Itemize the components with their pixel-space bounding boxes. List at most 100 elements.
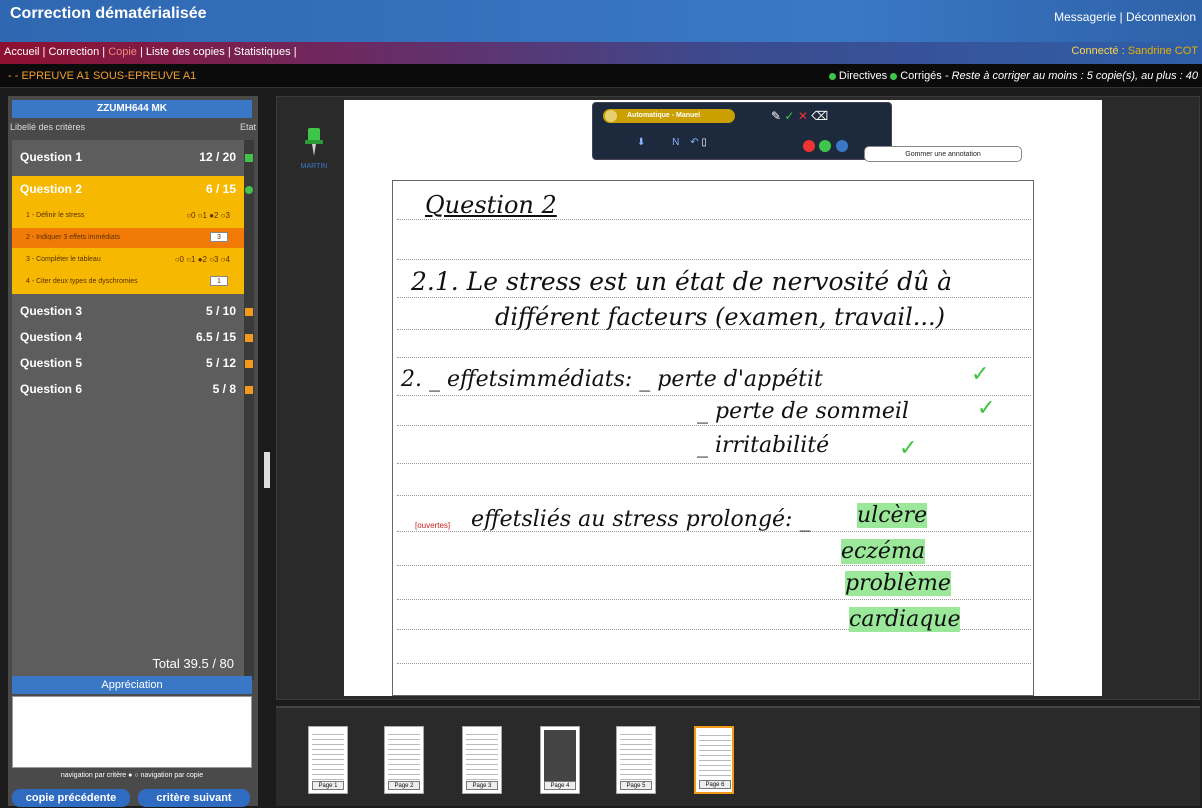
thumbnail-preview xyxy=(312,730,344,782)
question-row-1[interactable]: Question 1 12 / 20 xyxy=(12,144,244,170)
subcriterion-label: 3 - Compléter le tableau xyxy=(26,256,101,263)
handwritten-heading: Question 2 xyxy=(425,191,557,219)
thumbnail-label: Page 5 xyxy=(620,781,652,790)
highlight-annotation[interactable]: ulcère xyxy=(857,503,928,528)
answer-sheet[interactable]: Question 2 2.1. Le stress est un état de… xyxy=(392,180,1034,696)
nav-copie[interactable]: Copie xyxy=(108,46,137,58)
main-nav: Accueil | Correction | Copie | Liste des… xyxy=(0,42,1202,64)
pin-tool[interactable]: MARTIN xyxy=(300,126,328,170)
ruled-line xyxy=(397,495,1031,496)
undo-icon[interactable]: ↶ xyxy=(690,137,698,148)
subcriterion-label: 1 - Définir le stress xyxy=(26,212,85,219)
text-tool-icon[interactable]: N xyxy=(672,137,679,148)
nav-liste-copies[interactable]: Liste des copies xyxy=(146,46,225,58)
annotation-toolbar: Automatique - Manuel ✎ ✓ ✕ ⌫ ⬇ N ↶ ▯ xyxy=(592,102,892,160)
highlight-annotation[interactable]: eczéma xyxy=(841,539,925,564)
subcriterion-score-input[interactable]: 1 xyxy=(210,276,228,286)
arrow-down-icon[interactable]: ⬇ xyxy=(637,137,645,148)
criteria-state-header: Etat xyxy=(239,122,256,132)
subcriterion-radios[interactable]: ○0 ○1 ●2 ○3 ○4 xyxy=(175,255,230,264)
page-thumbnail[interactable]: Page 1 xyxy=(308,726,348,794)
eraser-icon[interactable]: ⌫ xyxy=(811,109,828,123)
panel-splitter-handle[interactable] xyxy=(264,452,270,488)
question-row-4[interactable]: Question 4 6.5 / 15 xyxy=(12,324,244,350)
thumbnail-label: Page 4 xyxy=(544,781,576,790)
red-color-icon[interactable] xyxy=(803,140,815,152)
subcriterion-2: 2 - Indiquer 3 effets immédiats 3 xyxy=(12,228,244,248)
ruled-line xyxy=(397,425,1031,426)
check-mark-icon: ✓ xyxy=(971,361,990,386)
criteria-label-header: Libellé des critères xyxy=(10,122,86,132)
next-criterion-button[interactable]: critère suivant xyxy=(138,789,250,807)
question-score: 6 / 15 xyxy=(205,182,236,196)
ruled-line xyxy=(397,357,1031,358)
header-links[interactable]: Messagerie | Déconnexion xyxy=(1054,10,1196,24)
page-thumbnail-selected[interactable]: Page 6 xyxy=(694,726,734,794)
thumbnail-label: Page 1 xyxy=(312,781,344,790)
navigation-mode-toggle[interactable]: navigation par critère ● ○ navigation pa… xyxy=(12,772,252,784)
thumbnail-label: Page 3 xyxy=(466,781,498,790)
ruled-line xyxy=(397,219,1031,220)
question-row-3[interactable]: Question 3 5 / 10 xyxy=(12,298,244,324)
pencil-icon[interactable]: ✎ xyxy=(771,109,781,123)
subcriterion-radios[interactable]: ○0 ○1 ●2 ○3 xyxy=(186,211,230,220)
check-mark-icon: ✓ xyxy=(977,395,996,420)
highlight-annotation[interactable]: cardiaque xyxy=(849,607,961,632)
blue-color-icon[interactable] xyxy=(835,140,848,152)
page-thumbnail[interactable]: Page 5 xyxy=(616,726,656,794)
highlight-annotation[interactable]: problème xyxy=(845,571,951,596)
cross-tool-icon[interactable]: ✕ xyxy=(798,109,808,123)
question-name: Question 6 xyxy=(20,382,83,396)
status-orange-icon xyxy=(245,360,253,368)
app-header: Correction dématérialisée Messagerie | D… xyxy=(0,0,1202,42)
subcriterion-3: 3 - Compléter le tableau ○0 ○1 ●2 ○3 ○4 xyxy=(12,250,244,270)
check-mark-icon: ✓ xyxy=(899,435,918,460)
previous-copy-button[interactable]: copie précédente xyxy=(12,789,130,807)
page-thumbnails: Page 1 Page 2 Page 3 Page 4 Page 5 Page … xyxy=(276,706,1200,806)
page-thumbnail[interactable]: Page 4 xyxy=(540,726,580,794)
nav-correction[interactable]: Correction xyxy=(48,46,99,58)
question-score: 6.5 / 15 xyxy=(195,330,236,344)
nav-accueil[interactable]: Accueil xyxy=(4,46,39,58)
thumbnail-preview xyxy=(388,730,420,782)
question-name: Question 3 xyxy=(20,304,83,318)
corriges-link[interactable]: Corrigés xyxy=(900,70,942,82)
appreciation-title: Appréciation xyxy=(12,676,252,694)
handwritten-line-3a: 2. _ effetsimmédiats: _ perte d'appétit xyxy=(401,367,823,392)
checkmark-tool-icon[interactable]: ✓ xyxy=(784,109,794,123)
ruled-line xyxy=(397,395,1031,396)
mode-icon xyxy=(605,110,617,122)
green-color-icon[interactable] xyxy=(819,140,832,152)
subcriterion-1: 1 - Définir le stress ○0 ○1 ●2 ○3 xyxy=(12,206,244,226)
appreciation-textarea[interactable] xyxy=(12,696,252,768)
status-orange-icon xyxy=(245,386,253,394)
subcriterion-label: 4 - Citer deux types de dyschromies xyxy=(26,278,138,285)
mode-toggle[interactable]: Automatique - Manuel xyxy=(603,109,735,123)
question-score: 5 / 12 xyxy=(205,356,236,370)
subcriterion-score-input[interactable]: 3 xyxy=(210,232,228,242)
thumbnail-preview xyxy=(699,731,731,783)
remaining-copies: - Reste à corriger au moins : 5 copie(s)… xyxy=(944,70,1198,82)
page-thumbnail[interactable]: Page 3 xyxy=(462,726,502,794)
question-row-2-expanded[interactable]: Question 2 6 / 15 1 - Définir le stress … xyxy=(12,176,244,294)
question-row-5[interactable]: Question 5 5 / 12 xyxy=(12,350,244,376)
total-score: Total 39.5 / 80 xyxy=(152,656,234,671)
thumbnail-label: Page 2 xyxy=(388,781,420,790)
criteria-header: Libellé des critères Etat xyxy=(8,122,258,136)
app-title: Correction dématérialisée xyxy=(10,5,207,22)
nav-statistiques[interactable]: Statistiques xyxy=(234,46,291,58)
page-icon[interactable]: ▯ xyxy=(701,137,707,148)
directives-link[interactable]: Directives xyxy=(839,70,887,82)
handwritten-line-3c: _ irritabilité xyxy=(697,433,830,458)
annotation-tools: ✎ ✓ ✕ ⌫ xyxy=(771,109,828,123)
handwritten-line-1: 2.1. Le stress est un état de nervosité … xyxy=(411,267,953,296)
page-thumbnail[interactable]: Page 2 xyxy=(384,726,424,794)
erase-tooltip: Gommer une annotation xyxy=(864,146,1022,162)
status-orange-icon xyxy=(245,308,253,316)
thumbnail-preview xyxy=(620,730,652,782)
ruled-line xyxy=(397,599,1031,600)
question-row-6[interactable]: Question 6 5 / 8 xyxy=(12,376,244,402)
grading-panel: ZZUMH644 MK Libellé des critères Etat Qu… xyxy=(8,96,258,807)
question-2-header[interactable]: Question 2 6 / 15 xyxy=(12,176,244,202)
toolbar-sub-tools: ⬇ N ↶ ▯ xyxy=(637,137,707,148)
